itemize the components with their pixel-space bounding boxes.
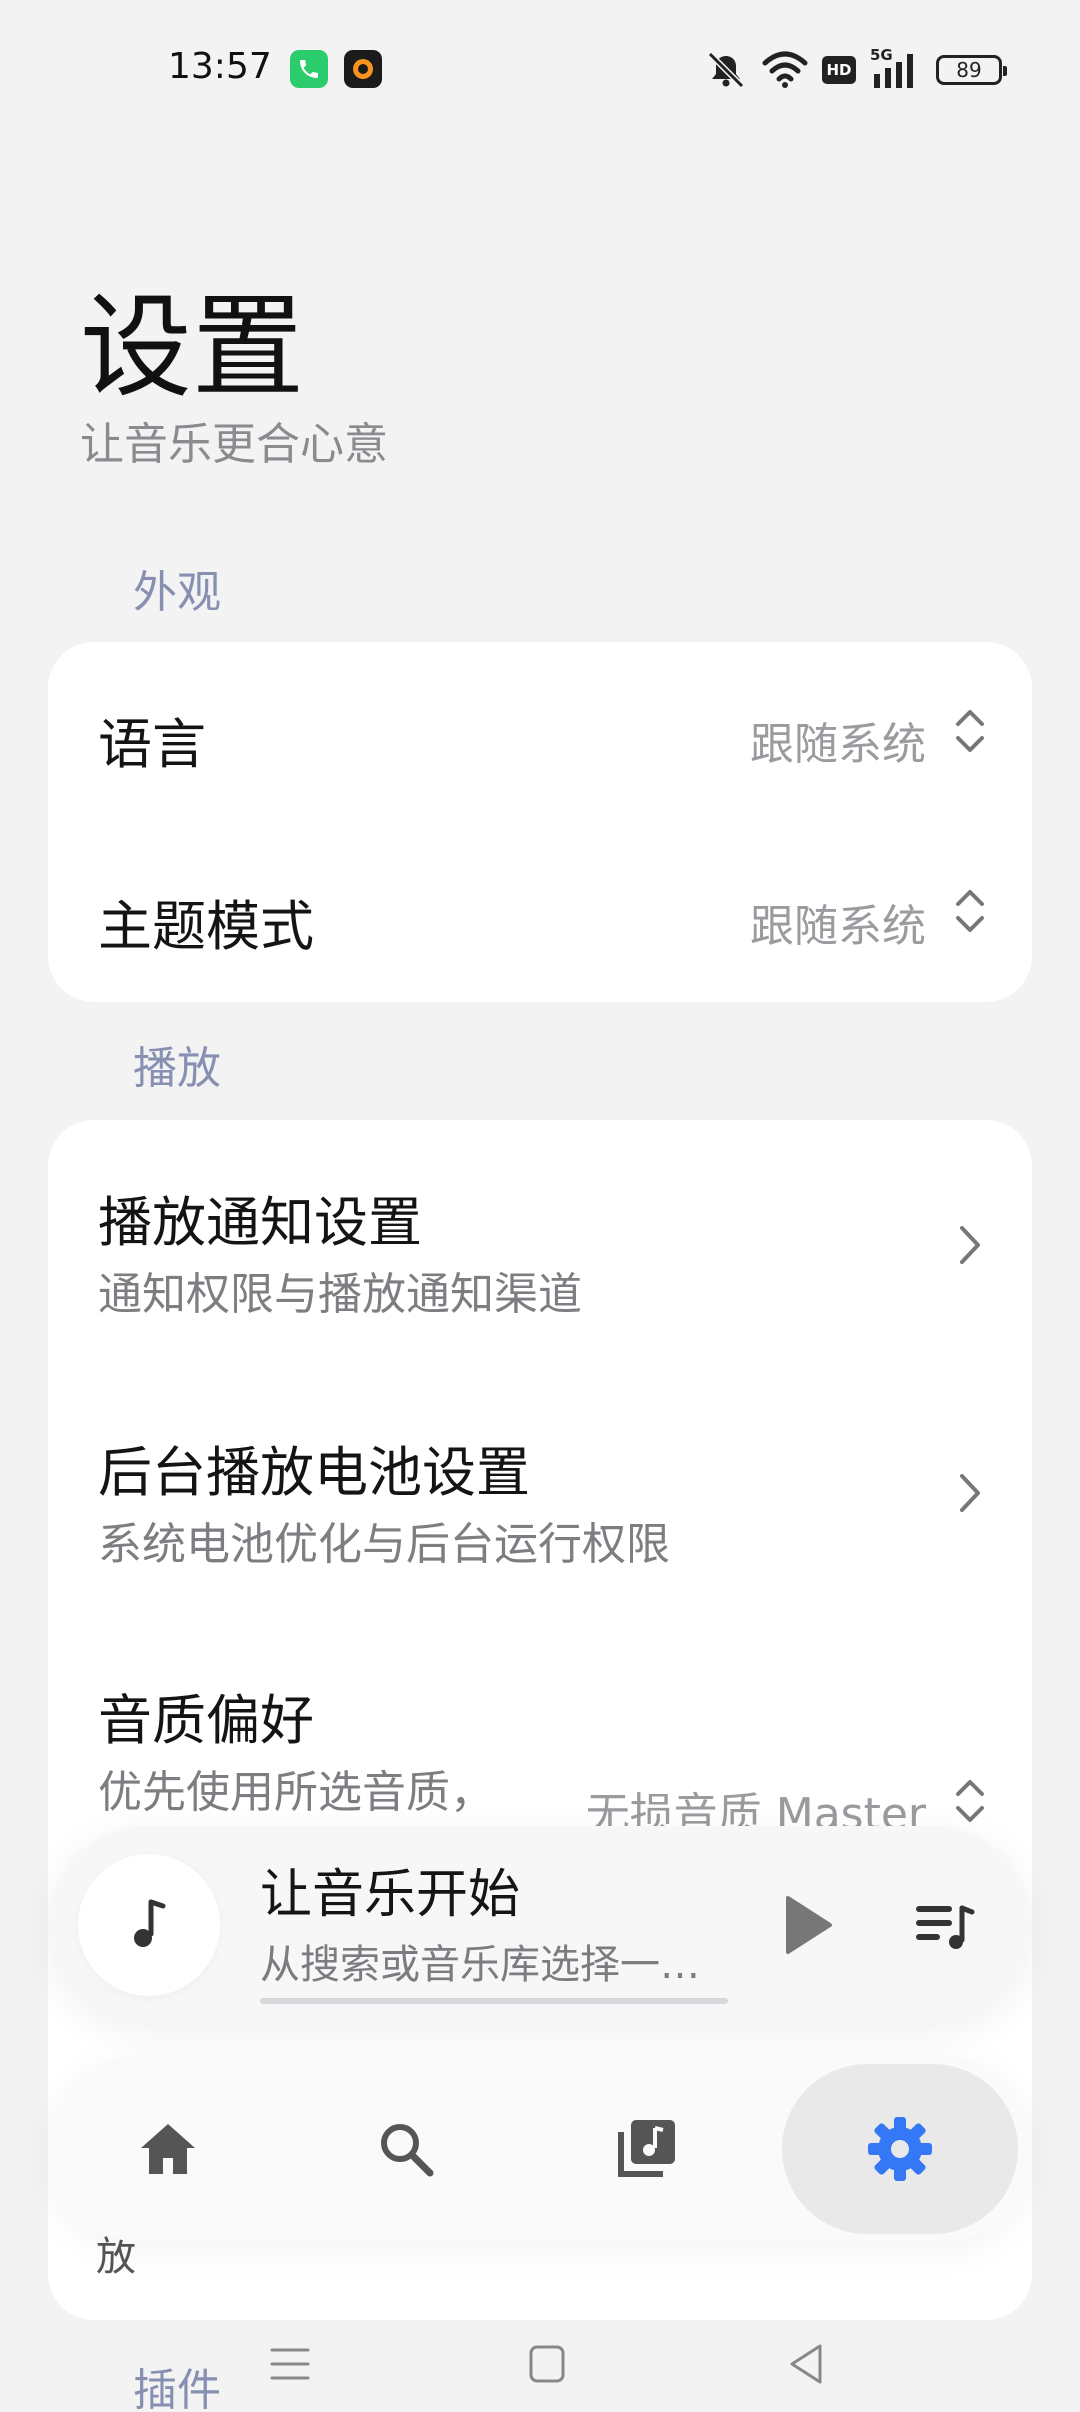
play-icon[interactable] — [776, 1892, 836, 1958]
queue-icon[interactable] — [912, 1896, 976, 1956]
setting-title: 后台播放电池设置 — [98, 1441, 530, 1504]
mute-bell-icon — [707, 51, 745, 89]
setting-title: 音质偏好 — [98, 1689, 314, 1752]
wifi-icon — [762, 51, 808, 88]
bottom-nav — [48, 2056, 1032, 2242]
battery-level: 89 — [956, 58, 982, 82]
page-title: 设置 — [80, 283, 304, 413]
status-icons: HD 5G 89 — [704, 46, 1007, 92]
nav-search[interactable] — [346, 2056, 466, 2242]
nav-library[interactable] — [586, 2056, 706, 2242]
setting-title: 语言 — [98, 713, 206, 776]
back-triangle-icon[interactable] — [786, 2342, 826, 2386]
phone-app-icon — [290, 50, 328, 88]
signal-indicator: 5G — [870, 46, 922, 90]
setting-language[interactable]: 语言 跟随系统 — [48, 642, 1032, 822]
music-library-icon — [618, 2120, 675, 2177]
chevron-right-icon — [960, 1474, 980, 1512]
up-down-chevron-icon — [956, 710, 984, 752]
signal-icon — [874, 54, 913, 88]
nav-home[interactable] — [108, 2056, 228, 2242]
hd-badge: HD — [822, 56, 856, 84]
section-label-playback: 播放 — [133, 1043, 221, 1094]
player-progress-bar[interactable] — [260, 1998, 728, 2004]
setting-background-battery[interactable]: 后台播放电池设置 系统电池优化与后台运行权限 — [48, 1370, 1032, 1620]
setting-value: 跟随系统 — [750, 901, 926, 952]
setting-title: 播放通知设置 — [98, 1191, 422, 1254]
status-time: 13:57 — [168, 46, 272, 87]
setting-subtitle: 通知权限与播放通知渠道 — [98, 1269, 582, 1320]
search-icon — [381, 2124, 434, 2177]
record-app-icon — [344, 50, 382, 88]
page-subtitle: 让音乐更合心意 — [80, 419, 388, 470]
setting-subtitle: 系统电池优化与后台运行权限 — [98, 1519, 670, 1570]
player-subtitle: 从搜索或音乐库选择一… — [260, 1942, 700, 1988]
home-icon — [141, 2124, 195, 2174]
appearance-card: 语言 跟随系统 主题模式 跟随系统 — [48, 642, 1032, 1002]
status-bar: 13:57 HD 5G 89 — [0, 0, 1080, 140]
mini-player[interactable]: 让音乐开始 从搜索或音乐库选择一… — [48, 1826, 1032, 2024]
setting-subtitle: 优先使用所选音质， — [98, 1767, 494, 1818]
recents-menu-icon[interactable] — [270, 2344, 310, 2384]
music-note-icon — [134, 1899, 166, 1947]
album-art — [78, 1854, 220, 1996]
battery-icon: 89 — [936, 55, 1007, 85]
chevron-right-icon — [960, 1226, 980, 1264]
player-title: 让音乐开始 — [260, 1865, 521, 1925]
setting-value: 跟随系统 — [750, 719, 926, 770]
home-square-icon[interactable] — [528, 2344, 566, 2384]
gear-icon — [868, 2117, 932, 2181]
setting-title: 主题模式 — [98, 895, 314, 958]
nav-settings[interactable] — [840, 2056, 960, 2242]
system-navigation-bar — [0, 2320, 1080, 2412]
up-down-chevron-icon — [956, 1780, 984, 1822]
up-down-chevron-icon — [956, 890, 984, 932]
setting-playback-notification[interactable]: 播放通知设置 通知权限与播放通知渠道 — [48, 1120, 1032, 1370]
setting-theme-mode[interactable]: 主题模式 跟随系统 — [48, 822, 1032, 1002]
section-label-appearance: 外观 — [133, 567, 221, 618]
